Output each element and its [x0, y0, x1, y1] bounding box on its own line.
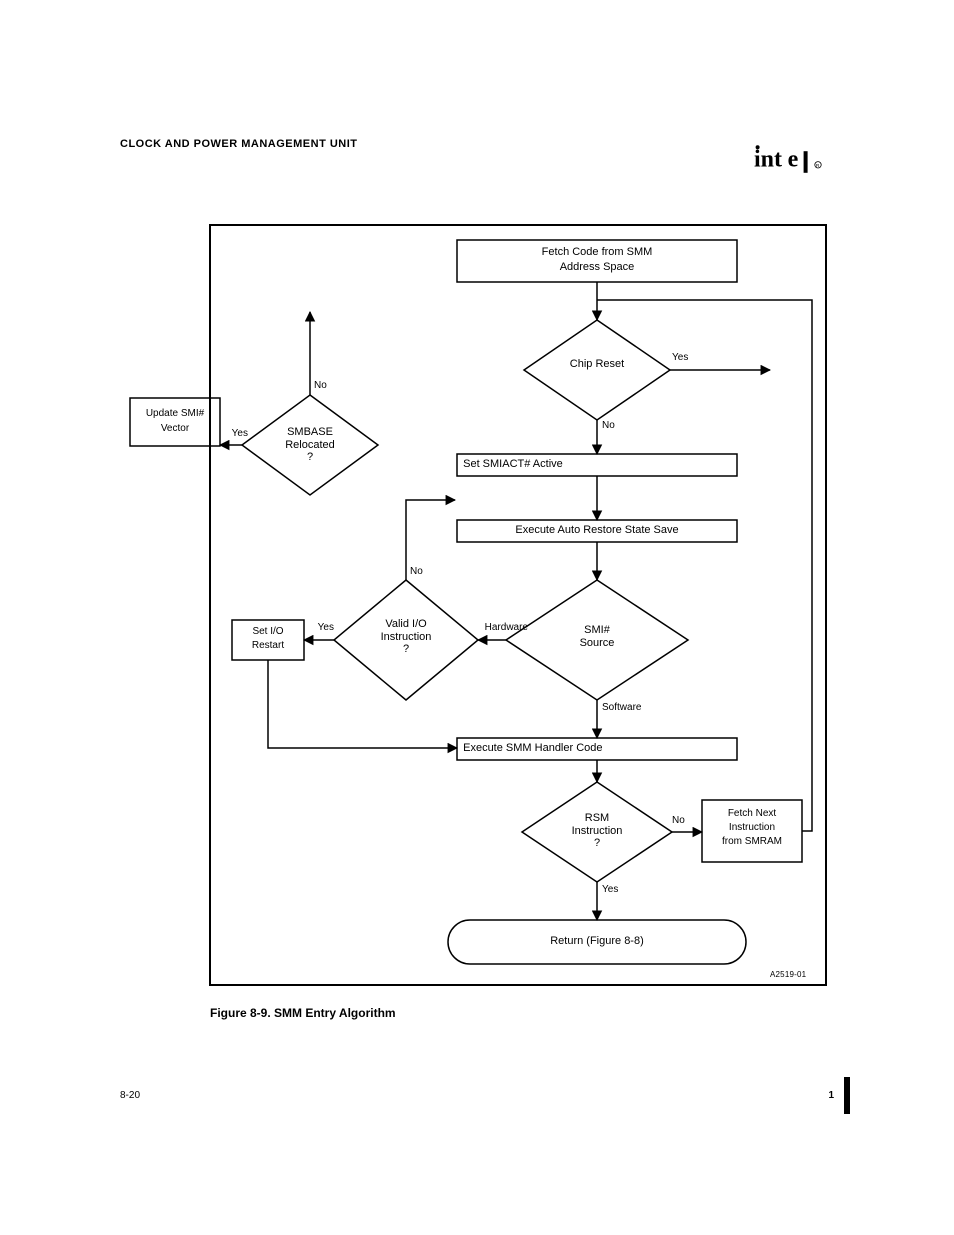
- text-chip-reset: Chip Reset: [552, 358, 642, 371]
- text-rsm-no: No: [672, 815, 702, 827]
- text-save-state: Execute Auto Restore State Save: [457, 524, 737, 537]
- page-number: 8-20: [120, 1090, 140, 1101]
- text-restart-l1: Set I/O: [232, 626, 304, 638]
- text-valid-io-no: No: [410, 566, 440, 578]
- text-handler: Execute SMM Handler Code: [457, 742, 737, 755]
- text-update-l1: Update SMI#: [130, 408, 220, 420]
- text-smi-sw: Software: [602, 702, 662, 714]
- text-chip-reset-no: No: [602, 420, 632, 432]
- text-chip-reset-yes: Yes: [672, 352, 712, 364]
- revision-bar: [844, 1077, 850, 1114]
- text-rsm: RSM Instruction ?: [557, 812, 637, 850]
- text-start-l2: Address Space: [457, 261, 737, 274]
- text-set-smiact: Set SMIACT# Active: [457, 458, 737, 471]
- node-update-smi: [130, 398, 220, 446]
- text-valid-io-yes: Yes: [304, 622, 334, 634]
- revision-number: 1: [774, 1090, 834, 1101]
- text-return: Return (Figure 8-8): [448, 935, 746, 948]
- flowchart-svg: [0, 0, 954, 1235]
- text-rsm-yes: Yes: [602, 884, 632, 896]
- text-smbase-yes: Yes: [218, 428, 248, 440]
- text-smi-hw: Hardware: [478, 622, 528, 634]
- figure-caption: Figure 8-9. SMM Entry Algorithm: [210, 1006, 396, 1020]
- text-valid-io: Valid I/O Instruction ?: [366, 618, 446, 656]
- text-smbase-no: No: [314, 380, 344, 392]
- text-smi-source: SMI# Source: [557, 624, 637, 649]
- text-restart-l2: Restart: [232, 640, 304, 652]
- source-note: A2519-01: [770, 970, 806, 979]
- text-start-l1: Fetch Code from SMM: [457, 246, 737, 259]
- text-fetch-l3: from SMRAM: [702, 836, 802, 848]
- text-update-l2: Vector: [130, 423, 220, 435]
- text-fetch-l2: Instruction: [702, 822, 802, 834]
- text-fetch-l1: Fetch Next: [702, 808, 802, 820]
- text-smbase: SMBASE Relocated ?: [270, 426, 350, 464]
